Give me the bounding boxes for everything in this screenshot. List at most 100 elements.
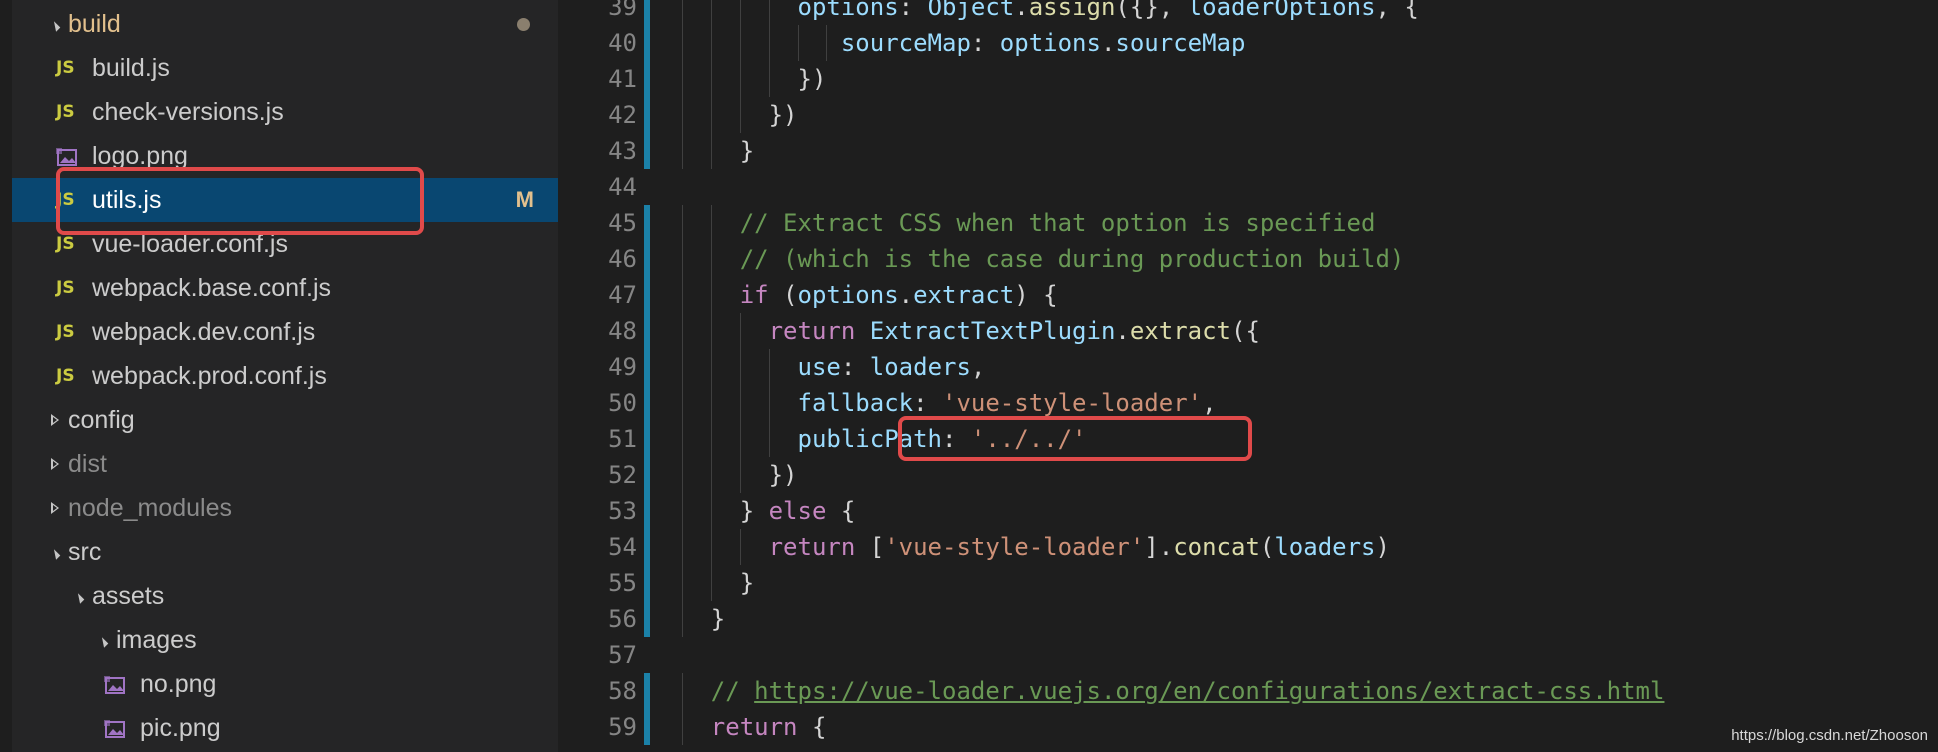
- indent-guide: [739, 349, 741, 385]
- line-number: 44: [608, 173, 637, 201]
- indent-guide: [710, 0, 712, 25]
- line-number: 57: [608, 641, 637, 669]
- chevron-right-icon[interactable]: [48, 413, 62, 427]
- git-modified-indicator[interactable]: [644, 205, 650, 637]
- indent-guide: [710, 385, 712, 421]
- tree-item-label: build.js: [92, 53, 170, 82]
- code-line[interactable]: options: Object.assign({}, loaderOptions…: [798, 0, 1419, 25]
- js-file-icon: JS: [56, 278, 75, 298]
- tree-item-label: config: [68, 405, 135, 434]
- git-modified-indicator[interactable]: [644, 0, 650, 169]
- chevron-right-icon[interactable]: [48, 457, 62, 471]
- tree-item-node-modules[interactable]: node_modules: [12, 486, 558, 530]
- indent-guide: [739, 0, 741, 25]
- indent-guide: [681, 277, 683, 313]
- code-line[interactable]: return ExtractTextPlugin.extract({: [769, 313, 1260, 349]
- indent-guide: [681, 601, 683, 637]
- code-line[interactable]: use: loaders,: [798, 349, 986, 385]
- line-number: 50: [608, 389, 637, 417]
- tree-item-config[interactable]: config: [12, 398, 558, 442]
- indent-guide: [739, 421, 741, 457]
- tree-item-images[interactable]: images: [12, 618, 558, 662]
- image-file-icon: [104, 674, 128, 694]
- indent-guide: [681, 349, 683, 385]
- code-line[interactable]: }: [740, 133, 754, 169]
- code-line[interactable]: }): [769, 97, 798, 133]
- indent-guide: [681, 0, 683, 25]
- js-file-icon: JS: [56, 102, 75, 122]
- indent-guide: [681, 61, 683, 97]
- js-file-icon: JS: [56, 58, 75, 78]
- indent-guide: [768, 349, 770, 385]
- tree-item-pic-png[interactable]: pic.png: [12, 706, 558, 750]
- tree-item-label: images: [116, 625, 197, 654]
- tree-item-webpack-dev-conf-js[interactable]: JS webpack.dev.conf.js: [12, 310, 558, 354]
- tree-item-label: src: [68, 537, 102, 566]
- line-number: 43: [608, 137, 637, 165]
- tree-item-src[interactable]: src: [12, 530, 558, 574]
- indent-guide: [710, 349, 712, 385]
- indent-guide: [681, 673, 683, 709]
- indent-guide: [681, 241, 683, 277]
- line-number: 55: [608, 569, 637, 597]
- chevron-down-icon[interactable]: [48, 17, 62, 32]
- code-line[interactable]: sourceMap: options.sourceMap: [841, 25, 1246, 61]
- code-line[interactable]: }: [711, 601, 725, 637]
- indent-guide: [739, 25, 741, 61]
- tree-item-label: no.png: [140, 669, 217, 698]
- indent-guide: [768, 0, 770, 25]
- line-number: 54: [608, 533, 637, 561]
- tree-item-label: build: [68, 9, 121, 38]
- tree-item-build[interactable]: build: [12, 2, 558, 46]
- indent-guide: [710, 97, 712, 133]
- indent-guide: [681, 529, 683, 565]
- tree-item-assets[interactable]: assets: [12, 574, 558, 618]
- indent-guide: [710, 277, 712, 313]
- indent-guide: [768, 61, 770, 97]
- tree-item-label: webpack.base.conf.js: [92, 273, 332, 302]
- line-number: 51: [608, 425, 637, 453]
- indent-guide: [710, 493, 712, 529]
- indent-guide: [739, 529, 741, 565]
- code-line[interactable]: // https://vue-loader.vuejs.org/en/confi…: [711, 673, 1665, 709]
- git-modified-indicator[interactable]: [644, 673, 650, 745]
- indent-guide: [710, 313, 712, 349]
- highlight-box-public-path: [898, 416, 1252, 461]
- indent-guide: [826, 25, 828, 61]
- code-line[interactable]: return ['vue-style-loader'].concat(loade…: [769, 529, 1390, 565]
- tree-item-webpack-prod-conf-js[interactable]: JS webpack.prod.conf.js: [12, 354, 558, 398]
- indent-guide: [710, 529, 712, 565]
- line-number: 39: [608, 0, 637, 21]
- chevron-down-icon[interactable]: [72, 589, 86, 604]
- code-line[interactable]: } else {: [740, 493, 856, 529]
- chevron-down-icon[interactable]: [48, 545, 62, 560]
- code-editor[interactable]: 39 40 41 42 43 44 45 46 47 48 49 50 51 52 53 54 55 56 57 58…: [558, 0, 1938, 752]
- line-number: 56: [608, 605, 637, 633]
- code-line[interactable]: }): [798, 61, 827, 97]
- indent-guide: [739, 97, 741, 133]
- tree-item-check-versions-js[interactable]: JS check-versions.js: [12, 90, 558, 134]
- tree-item-webpack-base-conf-js[interactable]: JS webpack.base.conf.js: [12, 266, 558, 310]
- tree-item-dist[interactable]: dist: [12, 442, 558, 486]
- line-number: 53: [608, 497, 637, 525]
- indent-guide: [710, 205, 712, 241]
- indent-guide: [681, 421, 683, 457]
- code-line[interactable]: }: [740, 565, 754, 601]
- indent-guide: [681, 205, 683, 241]
- indent-guide: [797, 25, 799, 61]
- code-line[interactable]: if (options.extract) {: [740, 277, 1058, 313]
- code-line[interactable]: // (which is the case during production …: [740, 241, 1405, 277]
- indent-guide: [710, 565, 712, 601]
- code-line[interactable]: // Extract CSS when that option is speci…: [740, 205, 1376, 241]
- code-line[interactable]: }): [769, 457, 798, 493]
- explorer-sidebar: build JS build.js JS check-versions.js logo.p…: [0, 0, 558, 752]
- chevron-right-icon[interactable]: [48, 501, 62, 515]
- tree-item-label: node_modules: [68, 493, 233, 522]
- line-number: 46: [608, 245, 637, 273]
- indent-guide: [710, 133, 712, 169]
- tree-item-build-js[interactable]: JS build.js: [12, 46, 558, 90]
- chevron-down-icon[interactable]: [96, 633, 110, 648]
- indent-guide: [681, 565, 683, 601]
- code-line[interactable]: return {: [711, 709, 827, 745]
- tree-item-no-png[interactable]: no.png: [12, 662, 558, 706]
